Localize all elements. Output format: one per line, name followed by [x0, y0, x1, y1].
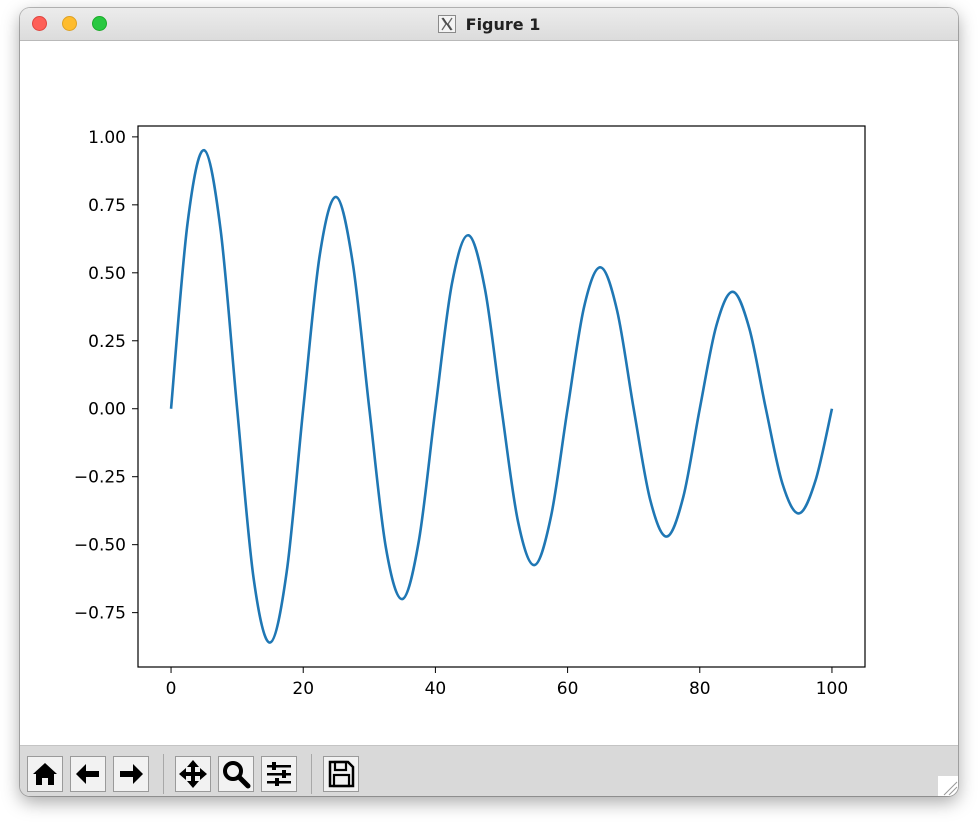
toolbar-separator — [311, 754, 312, 794]
arrow-left-icon — [76, 764, 99, 784]
configure-subplots-button[interactable] — [261, 756, 297, 792]
x-tick-label: 100 — [816, 679, 848, 699]
series-line-0[interactable] — [169, 148, 834, 644]
x11-icon — [437, 15, 456, 33]
x-tick-label: 80 — [689, 679, 711, 699]
y-tick-label: −0.25 — [74, 468, 126, 488]
x-tick-label: 40 — [425, 679, 447, 699]
zoom-button[interactable] — [218, 756, 254, 792]
sliders-icon — [267, 762, 291, 786]
y-tick-label: 0.50 — [88, 264, 126, 284]
y-tick-label: −0.50 — [74, 536, 126, 556]
move-icon — [179, 760, 207, 788]
x-tick-label: 20 — [292, 679, 314, 699]
navigation-toolbar — [20, 745, 958, 796]
x-tick-label: 60 — [557, 679, 579, 699]
figure-window: Figure 1 0 20 40 60 80 100 −0.75 −0.50 −0.25 0.00… — [20, 8, 958, 796]
home-button[interactable] — [27, 756, 63, 792]
y-tick-label: 0.75 — [88, 196, 126, 216]
window-title: Figure 1 — [465, 14, 541, 34]
resize-grip[interactable] — [938, 776, 958, 796]
resize-handle-icon — [943, 781, 958, 796]
axes-frame — [137, 125, 866, 668]
x-tick-label: 0 — [166, 679, 177, 699]
forward-button[interactable] — [113, 756, 149, 792]
line-chart[interactable]: 0 20 40 60 80 100 −0.75 −0.50 −0.25 0.00 0.25 0.50 0… — [20, 41, 958, 745]
home-icon — [33, 763, 57, 785]
plot-area[interactable]: 0 20 40 60 80 100 −0.75 −0.50 −0.25 0.00 0.25 0.50 0… — [20, 41, 958, 745]
title-bar[interactable]: Figure 1 — [20, 8, 958, 41]
save-button[interactable] — [323, 756, 359, 792]
y-tick-label: 0.25 — [88, 332, 126, 352]
title-wrap: Figure 1 — [20, 8, 958, 40]
magnifier-icon — [223, 761, 251, 789]
floppy-disk-icon — [328, 760, 355, 788]
y-tick-label: −0.75 — [74, 604, 126, 624]
toolbar-separator — [163, 754, 164, 794]
y-tick-label: 1.00 — [88, 128, 126, 148]
arrow-right-icon — [120, 764, 143, 784]
pan-button[interactable] — [175, 756, 211, 792]
y-tick-label: 0.00 — [88, 400, 126, 420]
back-button[interactable] — [70, 756, 106, 792]
